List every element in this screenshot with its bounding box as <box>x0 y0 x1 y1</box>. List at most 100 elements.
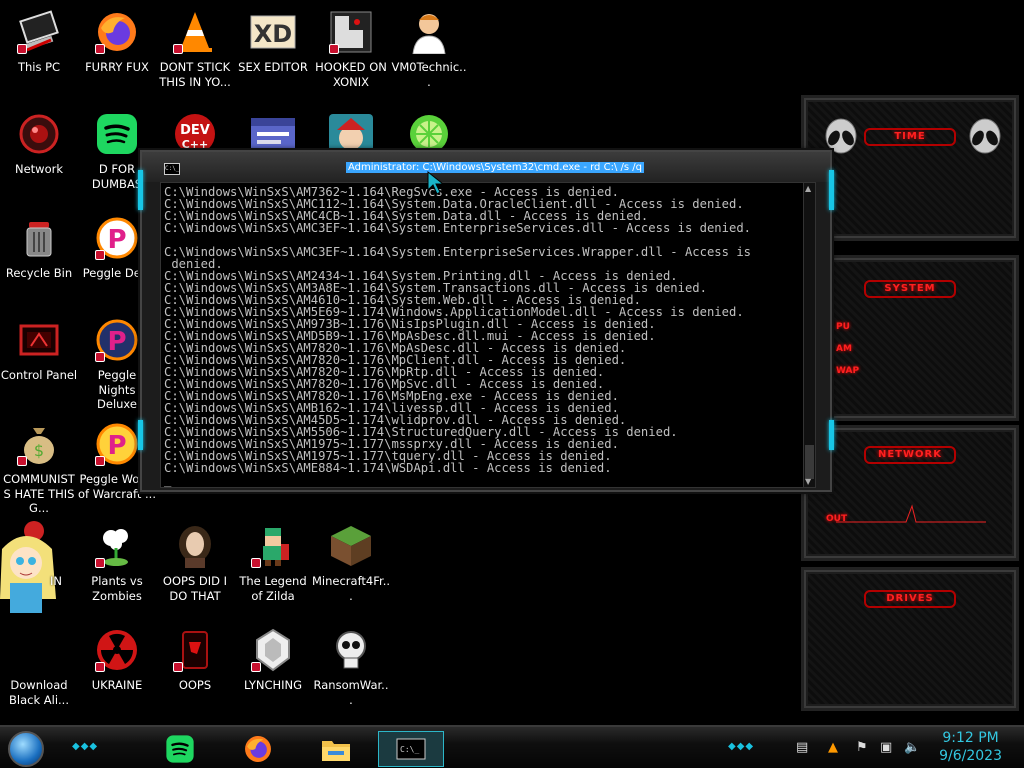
console-accent-left <box>138 170 143 210</box>
console-accent-right-bottom <box>829 420 834 450</box>
desktop-icon-this-pc[interactable]: This PC <box>0 8 78 75</box>
tray-volume-icon[interactable]: 🔈 <box>904 740 920 755</box>
taskbar-console[interactable]: C:\_ <box>378 731 444 767</box>
taskbar-clock[interactable]: 9:12 PM 9/6/2023 <box>939 729 1002 765</box>
desktop-icon-hooked-on-xonix[interactable]: HOOKED ON XONIX <box>312 8 390 89</box>
taskbar-spotify[interactable] <box>160 731 200 767</box>
gadget-time-panel: TIME <box>804 98 1016 238</box>
shortcut-badge <box>251 558 261 568</box>
minecraft-icon <box>327 522 375 570</box>
console-title: Administrator: C:\Windows\System32\cmd.e… <box>346 162 644 173</box>
shortcut-badge <box>95 44 105 54</box>
shortcut-badge <box>95 662 105 672</box>
icon-label: HOOKED ON XONIX <box>315 60 387 89</box>
system-ram-label: AM <box>836 344 852 354</box>
icon-label: DONT STICK THIS IN YO... <box>159 60 231 89</box>
svg-text:P: P <box>107 431 126 461</box>
shortcut-badge <box>95 456 105 466</box>
console-line: _ <box>164 473 172 487</box>
console-icon: C:\_ <box>396 738 426 760</box>
desktop-icon-oops-did-i[interactable]: OOPS DID I DO THAT <box>156 522 234 603</box>
icon-label: FURRY FUX <box>85 60 149 74</box>
icon-label: IN <box>50 574 62 588</box>
icon-label: This PC <box>17 60 61 74</box>
recycle-bin-icon <box>15 214 63 262</box>
desktop-icon-download-black-ali[interactable]: Download Black Ali... <box>0 626 78 707</box>
console-scrollbar[interactable]: ▲ ▼ <box>803 183 815 487</box>
console-accent-left-bottom <box>138 420 143 450</box>
hex-editor-icon: XD <box>249 8 297 56</box>
icon-label: Plants vs Zombies <box>91 574 143 603</box>
desktop-icon-oops[interactable]: OOPS <box>156 626 234 693</box>
console-text: C:\Windows\WinSxS\AM7362~1.164\RegSvcs.e… <box>164 186 804 486</box>
tray-show-desktop-icon[interactable]: ▤ <box>796 740 808 755</box>
desktop-icon-communists[interactable]: $ COMMUNISTS HATE THIS G... <box>0 420 78 516</box>
scroll-down-arrow-icon[interactable]: ▼ <box>805 477 811 486</box>
alien-head-right-icon <box>969 118 1001 154</box>
tray-app-icon[interactable]: ▲ <box>828 740 838 755</box>
gadget-network-panel: NETWORK OUT <box>804 428 1016 558</box>
portrait-icon <box>171 522 219 570</box>
desktop-icon-vm0technic[interactable]: VM0Technic... <box>390 8 468 89</box>
desktop-icon-ransomware[interactable]: RansomWar... <box>312 626 390 707</box>
spotify-icon <box>166 735 194 763</box>
icon-label: Recycle Bin <box>5 266 73 280</box>
icon-label: VM0Technic... <box>391 60 467 89</box>
icon-label: OOPS DID I DO THAT <box>162 574 228 603</box>
shield-icon <box>249 626 297 674</box>
clock-date: 9/6/2023 <box>939 748 1002 764</box>
shortcut-badge <box>329 44 339 54</box>
system-swap-label: WAP <box>836 366 860 376</box>
mouse-cursor-icon <box>427 170 445 195</box>
shortcut-badge <box>95 250 105 260</box>
tray-flag-icon[interactable]: ⚑ <box>856 740 868 755</box>
plant-icon <box>93 522 141 570</box>
console-line: C:\Windows\WinSxS\AME884~1.174\WSDApi.dl… <box>164 461 612 475</box>
icon-label: UKRAINE <box>91 678 143 692</box>
desktop-icon-ukraine[interactable]: UKRAINE <box>78 626 156 693</box>
shortcut-badge <box>173 662 183 672</box>
desktop-icon-sex-editor[interactable]: XD SEX EDITOR <box>234 8 312 75</box>
console-output[interactable]: C:\Windows\WinSxS\AM7362~1.164\RegSvcs.e… <box>160 182 816 488</box>
taskbar-firefox[interactable] <box>238 731 278 767</box>
icon-label: Control Panel <box>0 368 78 382</box>
shortcut-badge <box>251 662 261 672</box>
desktop-icon-legend-of-zilda[interactable]: The Legend of Zilda <box>234 522 312 603</box>
file-explorer-icon <box>322 741 350 761</box>
console-window[interactable]: C:\_ Administrator: C:\Windows\System32\… <box>138 150 834 492</box>
radiation-icon <box>93 626 141 674</box>
gadget-time-title: TIME <box>864 128 956 146</box>
console-line: C:\Windows\WinSxS\AMC3EF~1.164\System.En… <box>164 221 751 235</box>
control-panel-icon <box>15 316 63 364</box>
icon-label: Minecraft4Fr... <box>312 574 391 603</box>
gadget-drives-panel: DRIVES <box>804 570 1016 708</box>
desktop-icon-lynching[interactable]: LYNCHING <box>234 626 312 693</box>
network-icon <box>15 110 63 158</box>
desktop-icon-furry-fux[interactable]: FURRY FUX <box>78 8 156 75</box>
tray-network-icon[interactable]: ▣ <box>880 740 892 755</box>
peggle-icon: P <box>93 420 141 468</box>
taskbar-file-explorer[interactable] <box>316 731 356 767</box>
icon-label: SEX EDITOR <box>238 60 308 74</box>
desktop-icon-dont-stick[interactable]: DONT STICK THIS IN YO... <box>156 8 234 89</box>
desktop-icon-plants-vs-zombies[interactable]: Plants vs Zombies <box>78 522 156 603</box>
peggle-icon: P <box>93 316 141 364</box>
firefox-icon <box>245 736 271 762</box>
scrollbar-thumb[interactable] <box>805 445 814 479</box>
peggle-icon: P <box>93 214 141 262</box>
gadget-system-panel: SYSTEM PU AM WAP <box>804 258 1016 418</box>
start-button[interactable] <box>8 731 44 767</box>
desktop-icon-minecraft4fr[interactable]: Minecraft4Fr... <box>312 522 390 603</box>
scroll-up-arrow-icon[interactable]: ▲ <box>805 184 811 193</box>
clock-time: 9:12 PM <box>942 730 999 746</box>
system-cpu-label: PU <box>836 322 850 332</box>
shortcut-badge <box>17 456 27 466</box>
desktop-icon-network[interactable]: Network <box>0 110 78 177</box>
console-titlebar[interactable]: C:\_ Administrator: C:\Windows\System32\… <box>142 152 830 182</box>
desktop-icon-in[interactable]: IN <box>0 521 78 618</box>
network-graph <box>836 504 986 523</box>
console-line: C:\Windows\WinSxS\AMC3EF~1.164\System.En… <box>164 245 751 259</box>
desktop-icon-control-panel[interactable]: Control Panel <box>0 316 78 383</box>
desktop-icon-recycle-bin[interactable]: Recycle Bin <box>0 214 78 281</box>
icon-label: Download Black Ali... <box>9 678 69 707</box>
